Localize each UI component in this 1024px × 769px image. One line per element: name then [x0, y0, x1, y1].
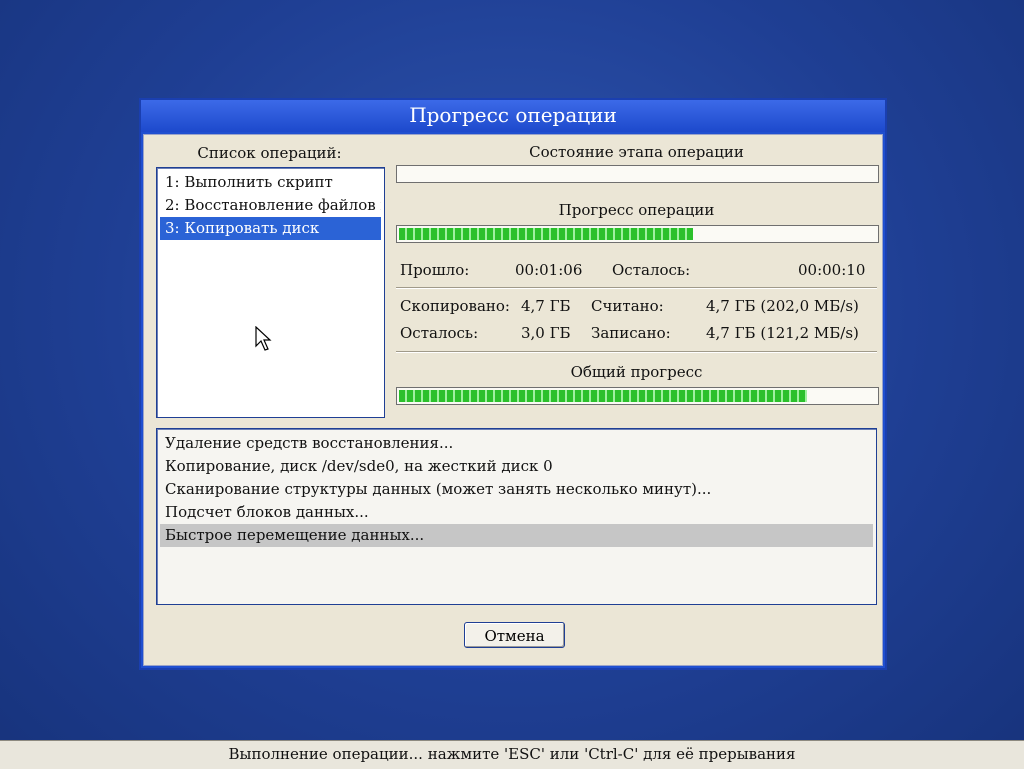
mouse-pointer-icon: [255, 326, 272, 351]
dialog-content: Список операций: 1: Выполнить скрипт 2: …: [143, 134, 883, 666]
elapsed-label: Прошло:: [400, 261, 470, 279]
separator: [396, 287, 877, 289]
remaining-data-value: 3,0 ГБ: [521, 324, 571, 342]
written-value: 4,7 ГБ (121,2 МБ/s): [706, 324, 859, 342]
operation-item-3[interactable]: 3: Копировать диск: [160, 217, 381, 240]
copied-value: 4,7 ГБ: [521, 297, 571, 315]
operation-progress-bar: [396, 225, 879, 243]
total-progress-label: Общий прогресс: [570, 363, 703, 381]
log-line: Удаление средств восстановления...: [165, 434, 454, 452]
progress-dialog: Прогресс операции Список операций: 1: Вы…: [139, 98, 887, 670]
operations-list-label: Список операций:: [197, 144, 342, 162]
operation-progress-label: Прогресс операции: [558, 201, 715, 219]
read-label: Считано:: [591, 297, 664, 315]
remaining-data-label: Осталось:: [400, 324, 479, 342]
operation-item-2[interactable]: 2: Восстановление файлов н: [160, 194, 381, 217]
remaining-time-label: Осталось:: [612, 261, 691, 279]
stage-status-label: Состояние этапа операции: [529, 143, 744, 161]
log-line: Подсчет блоков данных...: [165, 503, 369, 521]
log-line-current: Быстрое перемещение данных...: [160, 524, 873, 547]
copied-label: Скопировано:: [400, 297, 510, 315]
total-progress-bar: [396, 387, 879, 405]
stage-progress-bar: [396, 165, 879, 183]
total-progress-fill: [399, 390, 807, 402]
written-label: Записано:: [591, 324, 671, 342]
read-value: 4,7 ГБ (202,0 МБ/s): [706, 297, 859, 315]
log-line: Копирование, диск /dev/sde0, на жесткий …: [165, 457, 553, 475]
log-line: Сканирование структуры данных (может зан…: [165, 480, 712, 498]
operation-item-1[interactable]: 1: Выполнить скрипт: [160, 171, 381, 194]
operations-list[interactable]: 1: Выполнить скрипт 2: Восстановление фа…: [156, 167, 385, 418]
dialog-title: Прогресс операции: [141, 100, 885, 132]
operation-progress-fill: [399, 228, 693, 240]
separator: [396, 351, 877, 353]
status-bar: Выполнение операции... нажмите 'ESC' или…: [0, 740, 1024, 769]
elapsed-value: 00:01:06: [515, 261, 583, 279]
remaining-time-value: 00:00:10: [798, 261, 866, 279]
cancel-button[interactable]: Отмена: [464, 622, 565, 648]
operation-log[interactable]: Удаление средств восстановления... Копир…: [156, 428, 877, 605]
